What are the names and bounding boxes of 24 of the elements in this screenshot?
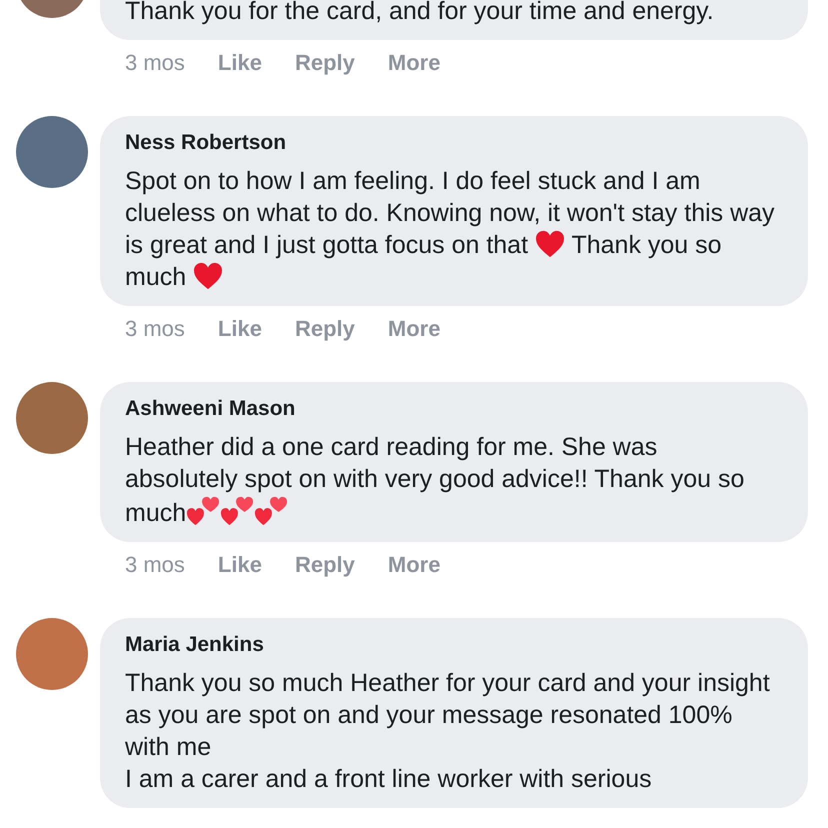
two-hearts-icon	[186, 495, 220, 527]
comment-action-link[interactable]: More	[388, 48, 440, 78]
comment-text: Heather did a one card reading for me. She was absolutely spot on with very good advice!! Thank you so much	[125, 432, 746, 529]
comment-action-link[interactable]: Reply	[294, 550, 355, 580]
author-name[interactable]: Ness Robertson	[125, 129, 783, 157]
two-hearts-icon	[254, 495, 288, 527]
heart-icon	[193, 262, 224, 290]
comment-action-link[interactable]: Reply	[294, 314, 355, 344]
comment-time: 3 mos	[125, 49, 185, 77]
comment-action-link[interactable]: Like	[218, 550, 262, 580]
comment-action-link[interactable]: Reply	[294, 48, 355, 78]
comment-text: Thank you so much Heather for your card and your insight as you are spot on and your message resonated 100% with me I am a carer and a front line worker with serious	[125, 668, 771, 795]
comment-action-link[interactable]: Like	[218, 314, 262, 344]
comment-action-link[interactable]: More	[388, 550, 440, 580]
author-name[interactable]: Ashweeni Mason	[125, 395, 783, 423]
two-hearts-icon	[220, 495, 254, 527]
comment-action-link[interactable]: More	[388, 314, 440, 344]
heart-icon	[534, 230, 565, 258]
comment-time: 3 mos	[125, 315, 185, 343]
comment-text: Thank you for the card, and for your time and energy.	[125, 0, 715, 27]
author-name[interactable]: Maria Jenkins	[125, 631, 783, 659]
comment-time: 3 mos	[125, 551, 185, 579]
comment-text: Spot on to how I am feeling. I do feel stuck and I am clueless on what to do. Knowing now, it won't stay this way is great and I just gotta focus on that Thank you so much	[125, 166, 775, 293]
comment-action-link[interactable]: Like	[218, 48, 262, 78]
